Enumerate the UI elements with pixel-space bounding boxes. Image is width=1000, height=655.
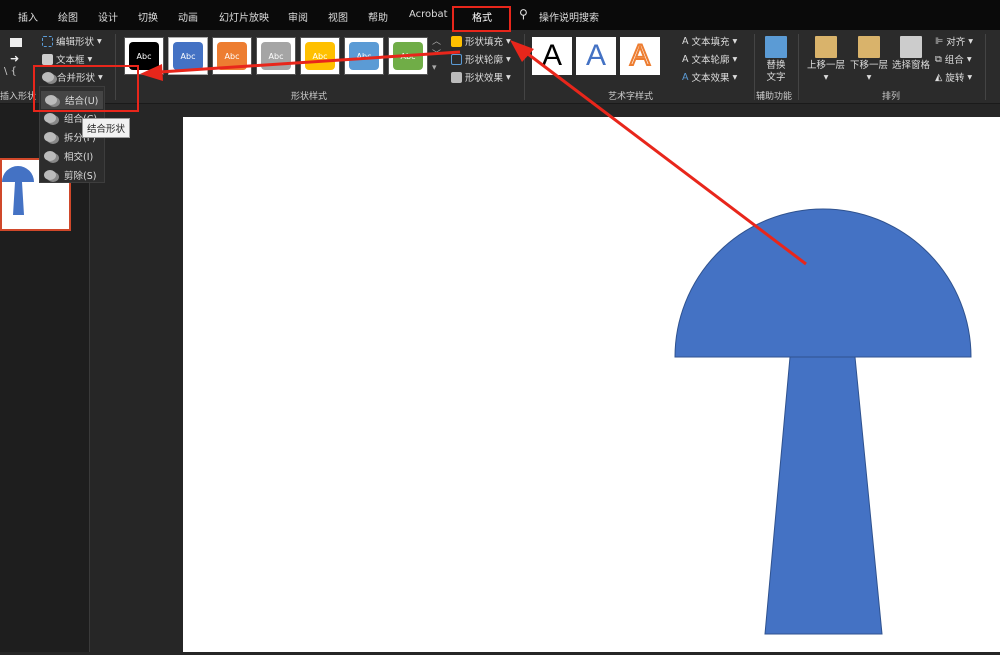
text-box-button[interactable]: 文本框 ▾ — [42, 52, 92, 66]
shape-effects-button[interactable]: 形状效果 ▾ — [451, 70, 511, 84]
alt-text-button[interactable]: 替换 文字 — [760, 36, 792, 84]
wordart-orange[interactable]: A — [620, 37, 660, 75]
rotate-button[interactable]: ◭ 旋转 ▾ — [935, 70, 972, 85]
text-box-icon — [42, 53, 53, 65]
tab-draw[interactable]: 绘图 — [58, 9, 78, 24]
shape-style-lightblue[interactable]: Abc — [344, 37, 384, 75]
group-button[interactable]: ⧉ 组合 ▾ — [935, 52, 972, 67]
wordart-blue[interactable]: A — [576, 37, 616, 75]
rotate-icon: ◭ — [935, 71, 943, 83]
bring-forward-button[interactable]: 上移一层 ▾ — [805, 36, 847, 84]
text-effects-icon: A — [682, 71, 689, 83]
tab-view[interactable]: 视图 — [328, 9, 348, 24]
shape-style-green[interactable]: Abc — [388, 37, 428, 75]
pen-icon — [451, 53, 462, 65]
highlight-merge-union — [33, 65, 139, 112]
paint-bucket-icon — [451, 35, 462, 47]
align-icon: ⊫ — [935, 35, 944, 47]
alt-text-icon — [765, 36, 787, 58]
lightbulb-icon: ⚲ — [519, 7, 528, 21]
selection-pane-icon — [900, 36, 922, 58]
tab-insert[interactable]: 插入 — [18, 9, 38, 24]
group-label-arrange: 排列 — [882, 92, 901, 102]
shape-style-blue[interactable]: Abc — [168, 37, 208, 75]
edit-shape-icon — [42, 35, 53, 47]
tab-acrobat[interactable]: Acrobat — [409, 9, 448, 20]
group-icon: ⧉ — [935, 53, 942, 65]
effects-icon — [451, 71, 462, 83]
menu-item-intersect[interactable]: 相交(I) — [44, 149, 93, 163]
shape-fill-button[interactable]: 形状填充 ▾ — [451, 34, 511, 48]
text-fill-button[interactable]: A 文本填充 ▾ — [682, 34, 737, 49]
bring-forward-icon — [815, 36, 837, 58]
text-effects-button[interactable]: A 文本效果 ▾ — [682, 70, 737, 85]
slide-canvas[interactable] — [183, 117, 1000, 652]
edit-shape-button[interactable]: 编辑形状 ▾ — [42, 34, 102, 48]
send-backward-button[interactable]: 下移一层 ▾ — [848, 36, 890, 84]
tab-help[interactable]: 帮助 — [368, 9, 388, 24]
group-label-wordart: 艺术字样式 — [608, 92, 654, 102]
shape-style-gray[interactable]: Abc — [256, 37, 296, 75]
menu-item-subtract[interactable]: 剪除(S) — [44, 168, 96, 182]
send-backward-icon — [858, 36, 880, 58]
text-fill-icon: A — [682, 35, 689, 47]
shape-style-orange[interactable]: Abc — [212, 37, 252, 75]
tab-transitions[interactable]: 切换 — [138, 9, 158, 24]
tab-slideshow[interactable]: 幻灯片放映 — [219, 9, 269, 24]
tab-animations[interactable]: 动画 — [178, 9, 198, 24]
align-button[interactable]: ⊫ 对齐 ▾ — [935, 34, 973, 49]
highlight-format-tab — [452, 6, 511, 32]
search-box[interactable]: 操作说明搜索 — [539, 9, 599, 24]
group-label-accessibility: 辅助功能 — [756, 92, 793, 102]
tooltip: 结合形状 — [82, 118, 131, 138]
tab-design[interactable]: 设计 — [98, 9, 118, 24]
group-label-insert-shapes: 插入形状 — [0, 92, 37, 102]
shape-outline-button[interactable]: 形状轮廓 ▾ — [451, 52, 511, 66]
text-outline-button[interactable]: A 文本轮廓 ▾ — [682, 52, 737, 67]
selection-pane-button[interactable]: 选择窗格 — [890, 36, 932, 72]
text-outline-icon: A — [682, 53, 689, 65]
tab-review[interactable]: 审阅 — [288, 9, 308, 24]
wordart-black[interactable]: A — [532, 37, 572, 75]
shape-gallery[interactable]: ➜ \ { — [0, 36, 34, 80]
mushroom-shape[interactable] — [183, 117, 1000, 652]
shape-style-gold[interactable]: Abc — [300, 37, 340, 75]
gallery-scroll[interactable]: ︿ ﹀ ▾ — [432, 36, 444, 76]
group-label-shape-styles: 形状样式 — [291, 92, 328, 102]
